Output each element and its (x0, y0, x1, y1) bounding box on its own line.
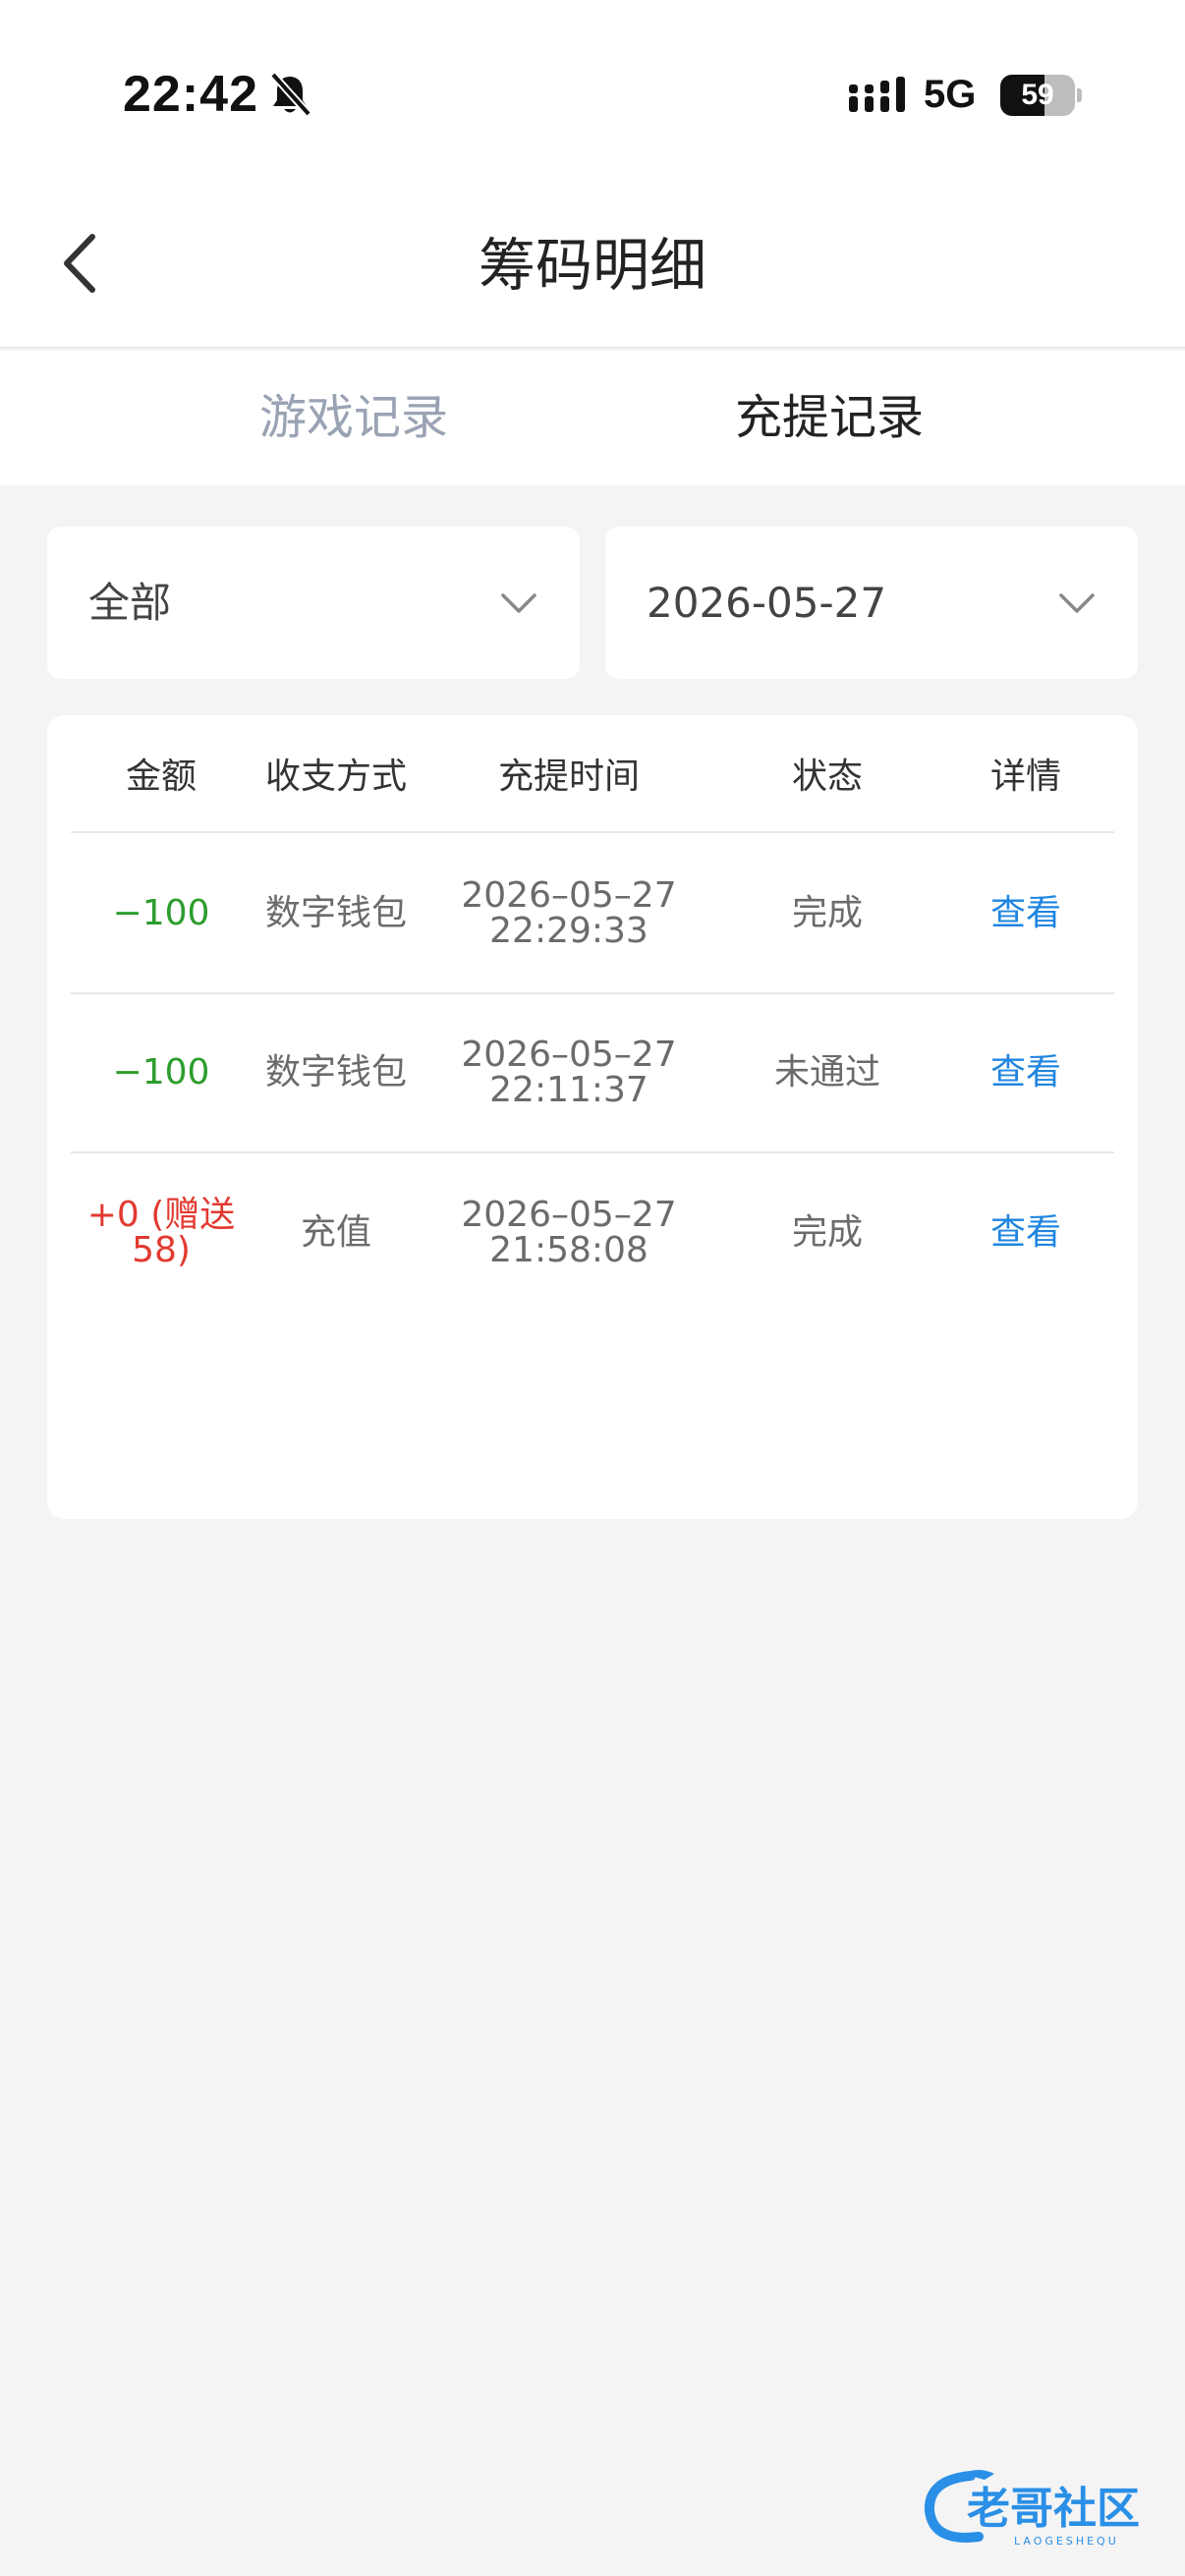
view-detail-link[interactable]: 查看 (937, 835, 1114, 992)
header-detail: 详情 (989, 756, 1061, 797)
view-detail-link[interactable]: 查看 (937, 1153, 1114, 1313)
header-time: 充提时间 (497, 756, 640, 797)
page-title: 筹码明细 (478, 232, 706, 299)
status-bar: 22:42 5G 59 (0, 0, 1185, 196)
view-detail-link[interactable]: 查看 (937, 994, 1114, 1151)
status-time: 22:42 (123, 66, 258, 123)
header-status: 状态 (791, 756, 863, 797)
chevron-down-icon (1059, 593, 1095, 613)
battery-icon: 59 (1000, 75, 1082, 116)
row-time: 2026–05–27 22:29:33 (421, 835, 717, 992)
row-amount-line1: +0 (赠送 (86, 1195, 236, 1235)
table-header: 金额 收支方式 充提时间 状态 详情 (71, 715, 1114, 833)
row-method: 充值 (300, 1212, 371, 1253)
row-amount-line2: 58) (132, 1230, 191, 1270)
header-method: 收支方式 (264, 756, 407, 797)
row-time: 2026–05–27 22:11:37 (421, 994, 717, 1151)
row-clock: 21:58:08 (489, 1230, 649, 1270)
type-filter-value: 全部 (88, 579, 172, 627)
row-date: 2026–05–27 (461, 1195, 677, 1235)
row-amount: +0 (赠送 58) (71, 1153, 252, 1313)
table-row: −100 数字钱包 2026–05–27 22:29:33 完成 查看 (71, 835, 1114, 994)
row-time: 2026–05–27 21:58:08 (421, 1153, 717, 1313)
records-table: 金额 收支方式 充提时间 状态 详情 −100 数字钱包 2026–05–27 … (47, 715, 1138, 1519)
svg-text:老哥社区: 老哥社区 (967, 2484, 1140, 2534)
tab-deposit-withdraw-records[interactable]: 充提记录 (672, 351, 987, 485)
row-status: 完成 (791, 1212, 863, 1253)
tab-game-records[interactable]: 游戏记录 (197, 351, 511, 485)
chevron-down-icon (501, 593, 536, 613)
row-date: 2026–05–27 (461, 1035, 677, 1075)
signal-icon (849, 77, 905, 112)
row-date: 2026–05–27 (461, 875, 677, 916)
header-amount: 金额 (125, 756, 197, 797)
table-row: −100 数字钱包 2026–05–27 22:11:37 未通过 查看 (71, 994, 1114, 1153)
nav-bar: 筹码明细 (0, 196, 1185, 349)
tab-bar: 游戏记录 充提记录 (0, 351, 1185, 485)
svg-text:LAOGESHEQU: LAOGESHEQU (1014, 2535, 1119, 2548)
date-filter-dropdown[interactable]: 2026-05-27 (605, 527, 1138, 679)
battery-level: 59 (1021, 79, 1054, 111)
row-clock: 22:29:33 (489, 911, 649, 951)
row-clock: 22:11:37 (489, 1070, 649, 1110)
row-amount: −100 (112, 1052, 210, 1092)
type-filter-dropdown[interactable]: 全部 (47, 527, 580, 679)
row-amount: −100 (112, 893, 210, 933)
bell-off-icon (270, 72, 311, 117)
row-method: 数字钱包 (264, 1052, 407, 1092)
date-filter-value: 2026-05-27 (647, 579, 887, 627)
network-type: 5G (924, 73, 977, 116)
back-chevron-icon[interactable] (57, 229, 106, 298)
row-status: 未通过 (773, 1052, 880, 1092)
row-method: 数字钱包 (264, 893, 407, 933)
table-row: +0 (赠送 58) 充值 2026–05–27 21:58:08 完成 查看 (71, 1153, 1114, 1313)
row-status: 完成 (791, 893, 863, 933)
laoge-community-watermark-logo: 老哥社区 LAOGESHEQU (924, 2470, 1140, 2548)
